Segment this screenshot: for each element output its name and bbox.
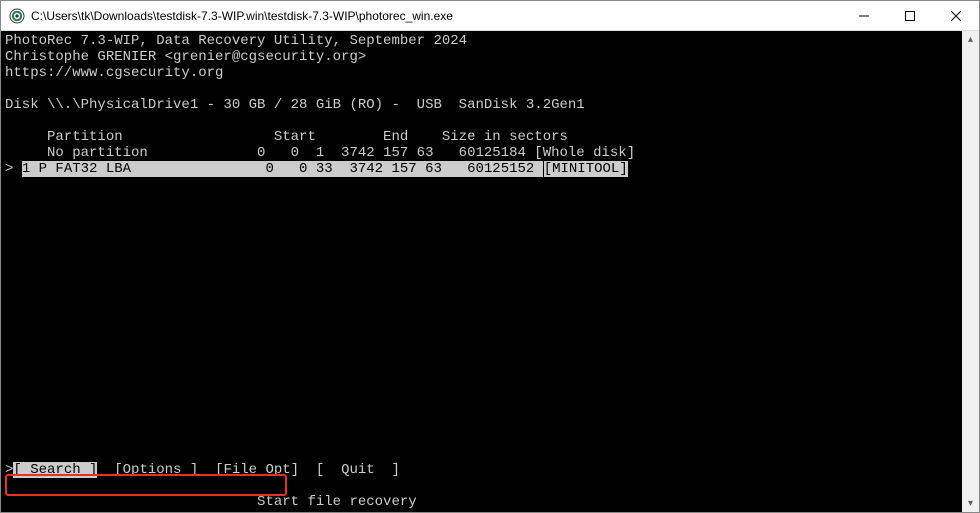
menu-quit[interactable]: [ Quit ] bbox=[316, 462, 400, 478]
menu-options[interactable]: [Options ] bbox=[114, 462, 198, 478]
app-window: C:\Users\tk\Downloads\testdisk-7.3-WIP.w… bbox=[0, 0, 980, 513]
console-wrap: PhotoRec 7.3-WIP, Data Recovery Utility,… bbox=[1, 31, 979, 512]
app-icon bbox=[9, 8, 25, 24]
partition-row-selected[interactable]: > 1 P FAT32 LBA 0 0 33 3742 157 63 60125… bbox=[5, 161, 629, 177]
maximize-button[interactable] bbox=[887, 1, 933, 30]
menu-search[interactable]: [ Search ] bbox=[13, 462, 97, 478]
titlebar[interactable]: C:\Users\tk\Downloads\testdisk-7.3-WIP.w… bbox=[1, 1, 979, 31]
partition-tag-minitool: [MINITOOL] bbox=[543, 160, 629, 178]
partition-row-whole-disk[interactable]: No partition 0 0 1 3742 157 63 60125184 … bbox=[5, 145, 635, 161]
window-title: C:\Users\tk\Downloads\testdisk-7.3-WIP.w… bbox=[31, 9, 841, 23]
console[interactable]: PhotoRec 7.3-WIP, Data Recovery Utility,… bbox=[1, 31, 962, 512]
scroll-up-icon[interactable]: ▴ bbox=[962, 31, 979, 48]
partition-header: Partition Start End Size in sectors bbox=[5, 129, 568, 145]
minimize-button[interactable] bbox=[841, 1, 887, 30]
window-controls bbox=[841, 1, 979, 30]
app-banner-line1: PhotoRec 7.3-WIP, Data Recovery Utility,… bbox=[5, 33, 467, 49]
scroll-down-icon[interactable]: ▾ bbox=[962, 495, 979, 512]
menu-hint: Start file recovery bbox=[5, 494, 417, 510]
vertical-scrollbar[interactable]: ▴ ▾ bbox=[962, 31, 979, 512]
partition-tag-whole-disk: [Whole disk] bbox=[534, 145, 635, 161]
bottom-menu: >[ Search ] [Options ] [File Opt] [ Quit… bbox=[5, 462, 417, 510]
app-banner-line3: https://www.cgsecurity.org bbox=[5, 65, 223, 81]
close-button[interactable] bbox=[933, 1, 979, 30]
menu-fileopt[interactable]: [File Opt] bbox=[215, 462, 299, 478]
app-banner-line2: Christophe GRENIER <grenier@cgsecurity.o… bbox=[5, 49, 366, 65]
disk-info: Disk \\.\PhysicalDrive1 - 30 GB / 28 GiB… bbox=[5, 97, 585, 113]
